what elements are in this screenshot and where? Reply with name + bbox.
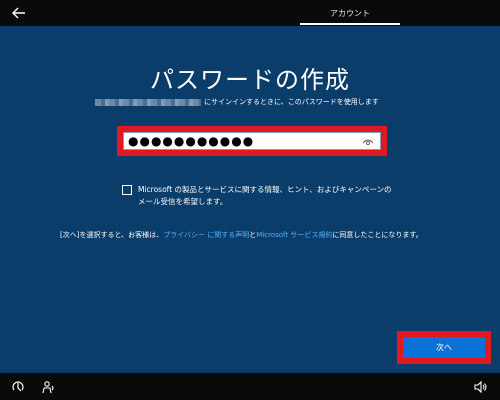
page-title: パスワードの作成 <box>150 66 350 94</box>
volume-button[interactable] <box>472 379 488 395</box>
legal-suffix: に同意したことになります。 <box>332 231 423 239</box>
ease-of-access-icon <box>12 381 24 392</box>
narrator-icon <box>42 381 54 394</box>
password-highlight: ●●●●●●●●●●● <box>117 126 387 156</box>
legal-notice: [次へ]を選択すると、お客様は、プライバシー に関する声明とMicrosoft … <box>60 230 480 240</box>
privacy-link[interactable]: プライバシー に関する声明 <box>163 231 249 239</box>
subtitle-text: にサインインするときに、このパスワードを使用します <box>204 98 379 106</box>
eye-icon[interactable] <box>362 136 374 148</box>
next-highlight: 次へ <box>397 331 491 364</box>
password-value: ●●●●●●●●●●● <box>128 134 255 148</box>
back-button[interactable] <box>8 3 30 23</box>
tab-underline <box>300 23 400 25</box>
top-bar: アカウント <box>0 0 500 26</box>
ease-of-access-button[interactable] <box>10 379 26 395</box>
bottom-bar <box>0 373 500 400</box>
next-button[interactable]: 次へ <box>403 337 485 358</box>
legal-prefix: [次へ]を選択すると、お客様は、 <box>60 231 164 239</box>
main-content: パスワードの作成 にサインインするときに、このパスワードを使用します ●●●●●… <box>0 26 500 373</box>
blurred-account-name <box>95 98 201 106</box>
marketing-checkbox[interactable] <box>122 185 132 195</box>
narrator-button[interactable] <box>40 379 56 395</box>
terms-link[interactable]: Microsoft サービス規約 <box>256 231 332 239</box>
marketing-checkbox-label: Microsoft の製品とサービスに関する情報、ヒント、およびキャンペーンのメ… <box>138 185 392 206</box>
marketing-checkbox-row[interactable]: Microsoft の製品とサービスに関する情報、ヒント、およびキャンペーンのメ… <box>122 184 392 208</box>
subtitle: にサインインするときに、このパスワードを使用します <box>95 96 415 108</box>
back-arrow-icon <box>12 7 25 19</box>
password-input[interactable]: ●●●●●●●●●●● <box>123 132 381 150</box>
volume-icon <box>474 380 487 394</box>
